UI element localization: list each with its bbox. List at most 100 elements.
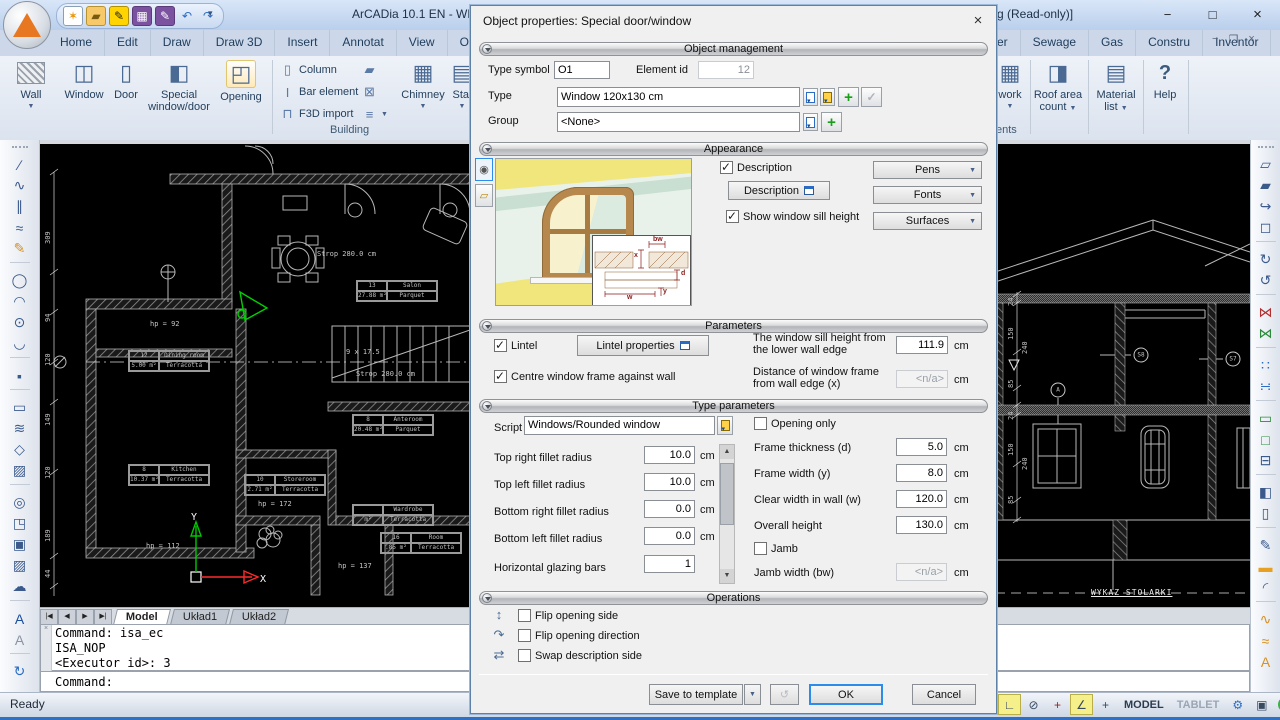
open-file-icon[interactable]: ▰ [86, 6, 106, 26]
freehand-tool-icon[interactable]: ≋ [8, 418, 32, 439]
edit-text-icon[interactable]: A [1254, 651, 1278, 672]
layout-nav-button[interactable]: ◀ [58, 609, 76, 625]
type-symbol-input[interactable]: O1 [554, 61, 610, 79]
box-3d-icon[interactable]: ◧ [1254, 482, 1278, 503]
new-file-icon[interactable]: ✶ [63, 6, 83, 26]
collapse-icon[interactable] [482, 144, 492, 154]
point-tool-icon[interactable]: ▪ [8, 365, 32, 386]
flip-opening-direction-checkbox[interactable] [518, 629, 531, 642]
lintel-properties-button[interactable]: Lintel properties [577, 335, 709, 356]
mirror-3d-icon[interactable]: ⋈ [1254, 323, 1278, 344]
type-apply-button[interactable]: ✓ [861, 87, 882, 107]
save-to-template-button[interactable]: Save to template [649, 684, 743, 705]
hatch-boundary-tool-icon[interactable]: ▨ [8, 460, 32, 481]
section-type-parameters[interactable]: Type parameters [479, 399, 988, 413]
fillet-bl-input[interactable]: 0.0 [644, 527, 695, 545]
object-preview[interactable]: bw x d w y [495, 158, 692, 306]
jamb-checkbox[interactable] [754, 542, 767, 555]
mirror-icon[interactable]: ⋈ [1254, 302, 1278, 323]
type-library-button[interactable] [803, 88, 818, 106]
special-window-door-button[interactable]: ◧ Special window/door [146, 58, 212, 122]
ribbon-tab-constru[interactable]: Constru [1136, 30, 1203, 56]
bar-element-button[interactable]: IBar element [280, 82, 358, 102]
ribbon-tab-sewage[interactable]: Sewage [1021, 30, 1089, 56]
polar-tracking[interactable]: ⊘ [1022, 694, 1045, 715]
trim-icon[interactable]: ⊟ [1254, 450, 1278, 471]
layout-nav-button[interactable]: ▶ [76, 609, 94, 625]
fillet-tl-input[interactable]: 10.0 [644, 473, 695, 491]
glazing-bars-input[interactable]: 1 [644, 555, 695, 573]
flip-opening-side-checkbox[interactable] [518, 609, 531, 622]
double-line-tool-icon[interactable]: ∥ [8, 196, 32, 217]
text-tool-icon[interactable]: A [8, 608, 32, 629]
layout-switch[interactable]: ▣ [1250, 694, 1273, 715]
preview-3d-button[interactable]: ▱ [475, 184, 493, 207]
collapse-icon[interactable] [482, 321, 492, 331]
ribbon-tab-view[interactable]: View [397, 30, 448, 56]
doc-close-button[interactable]: × [1248, 33, 1254, 46]
script-library-button[interactable] [717, 416, 733, 435]
section-parameters[interactable]: Parameters [479, 319, 988, 333]
revision-cloud-tool-icon[interactable]: ☁ [8, 576, 32, 597]
edit-spline-icon[interactable]: ≈ [1254, 630, 1278, 651]
fillet-tr-input[interactable]: 10.0 [644, 446, 695, 464]
elevation-canvas[interactable]: S8S7A24150240852415024085WYKAZ STOLARKI [995, 144, 1250, 607]
swap-description-checkbox[interactable] [518, 649, 531, 662]
cancel-button[interactable]: Cancel [912, 684, 976, 705]
object-snap[interactable]: + [1046, 694, 1069, 715]
script-combo[interactable]: Windows/Rounded window [524, 416, 715, 435]
edit-region-icon[interactable]: □ [1254, 429, 1278, 450]
group-library-button[interactable] [803, 113, 818, 131]
door-button[interactable]: ▯ Door [108, 58, 144, 122]
array-icon[interactable]: ∷ [1254, 355, 1278, 376]
collapse-icon[interactable] [482, 44, 492, 54]
region-tool-icon[interactable]: ▣ [8, 534, 32, 555]
minimize-button[interactable]: − [1145, 0, 1190, 28]
f3d-import-button[interactable]: ⊓F3D import [280, 104, 353, 124]
surfaces-button[interactable]: Surfaces▼ [873, 212, 982, 230]
eraser-button[interactable]: ▰ [362, 60, 377, 80]
sill-height-input[interactable]: 111.9 [896, 336, 948, 354]
spline-tool-icon[interactable]: ≈ [8, 217, 32, 238]
type-combo[interactable]: Window 120x130 cm [557, 87, 800, 107]
arc-3point-tool-icon[interactable]: ◡ [8, 333, 32, 354]
sketch-tool-icon[interactable]: ✎ [8, 238, 32, 259]
tablet-mode[interactable]: TABLET [1171, 694, 1226, 715]
fillet-br-input[interactable]: 0.0 [644, 500, 695, 518]
layout-nav-button[interactable]: ▶| [94, 609, 112, 625]
group-add-button[interactable]: + [821, 112, 842, 132]
scroll-up-button[interactable]: ▲ [720, 445, 734, 459]
description-checkbox[interactable] [720, 161, 733, 174]
arcadia-logo[interactable] [3, 1, 51, 49]
edit-boundary-icon[interactable]: ▭ [1254, 408, 1278, 429]
dimension-edit-icon[interactable]: ✎ [1254, 535, 1278, 556]
chimney-button[interactable]: ▦ Chimney▼ [398, 58, 448, 122]
donut-tool-icon[interactable]: ◎ [8, 492, 32, 513]
scroll-thumb[interactable] [720, 463, 734, 525]
maximize-button[interactable]: □ [1190, 0, 1235, 28]
boxed-element-button[interactable]: ⊠ [362, 82, 377, 102]
toolbar-grip[interactable] [12, 146, 28, 152]
doc-restore-button[interactable]: ❐ [1228, 33, 1238, 46]
ellipse-tool-icon[interactable]: ⊙ [8, 312, 32, 333]
description-button[interactable]: Description [728, 181, 830, 200]
layout-nav-button[interactable]: |◀ [40, 609, 58, 625]
section-object-management[interactable]: Object management [479, 42, 988, 56]
lintel-checkbox[interactable] [494, 339, 507, 352]
column-button[interactable]: ▯Column [280, 60, 337, 80]
edit-polyline-icon[interactable]: ∿ [1254, 609, 1278, 630]
layers-lines-button[interactable]: ≡▼ [362, 104, 388, 124]
collapse-icon[interactable] [482, 401, 492, 411]
arc-tool-icon[interactable]: ◠ [8, 291, 32, 312]
array-path-icon[interactable]: ∺ [1254, 376, 1278, 397]
section-appearance[interactable]: Appearance [479, 142, 988, 156]
pens-button[interactable]: Pens▼ [873, 161, 982, 179]
type-project-library-button[interactable] [820, 88, 835, 106]
dialog-close-button[interactable]: × [967, 11, 989, 31]
regen-icon[interactable]: ↻ [8, 661, 32, 682]
frame-thickness-input[interactable]: 5.0 [896, 438, 947, 456]
group-combo[interactable]: <None> [557, 112, 800, 132]
ribbon-tab-insert[interactable]: Insert [275, 30, 330, 56]
help-button[interactable]: ? Help [1146, 58, 1184, 122]
floor-plan-canvas[interactable]: Strop 280.0 cmhp = 929 x 17.5Strop 280.0… [40, 144, 470, 607]
